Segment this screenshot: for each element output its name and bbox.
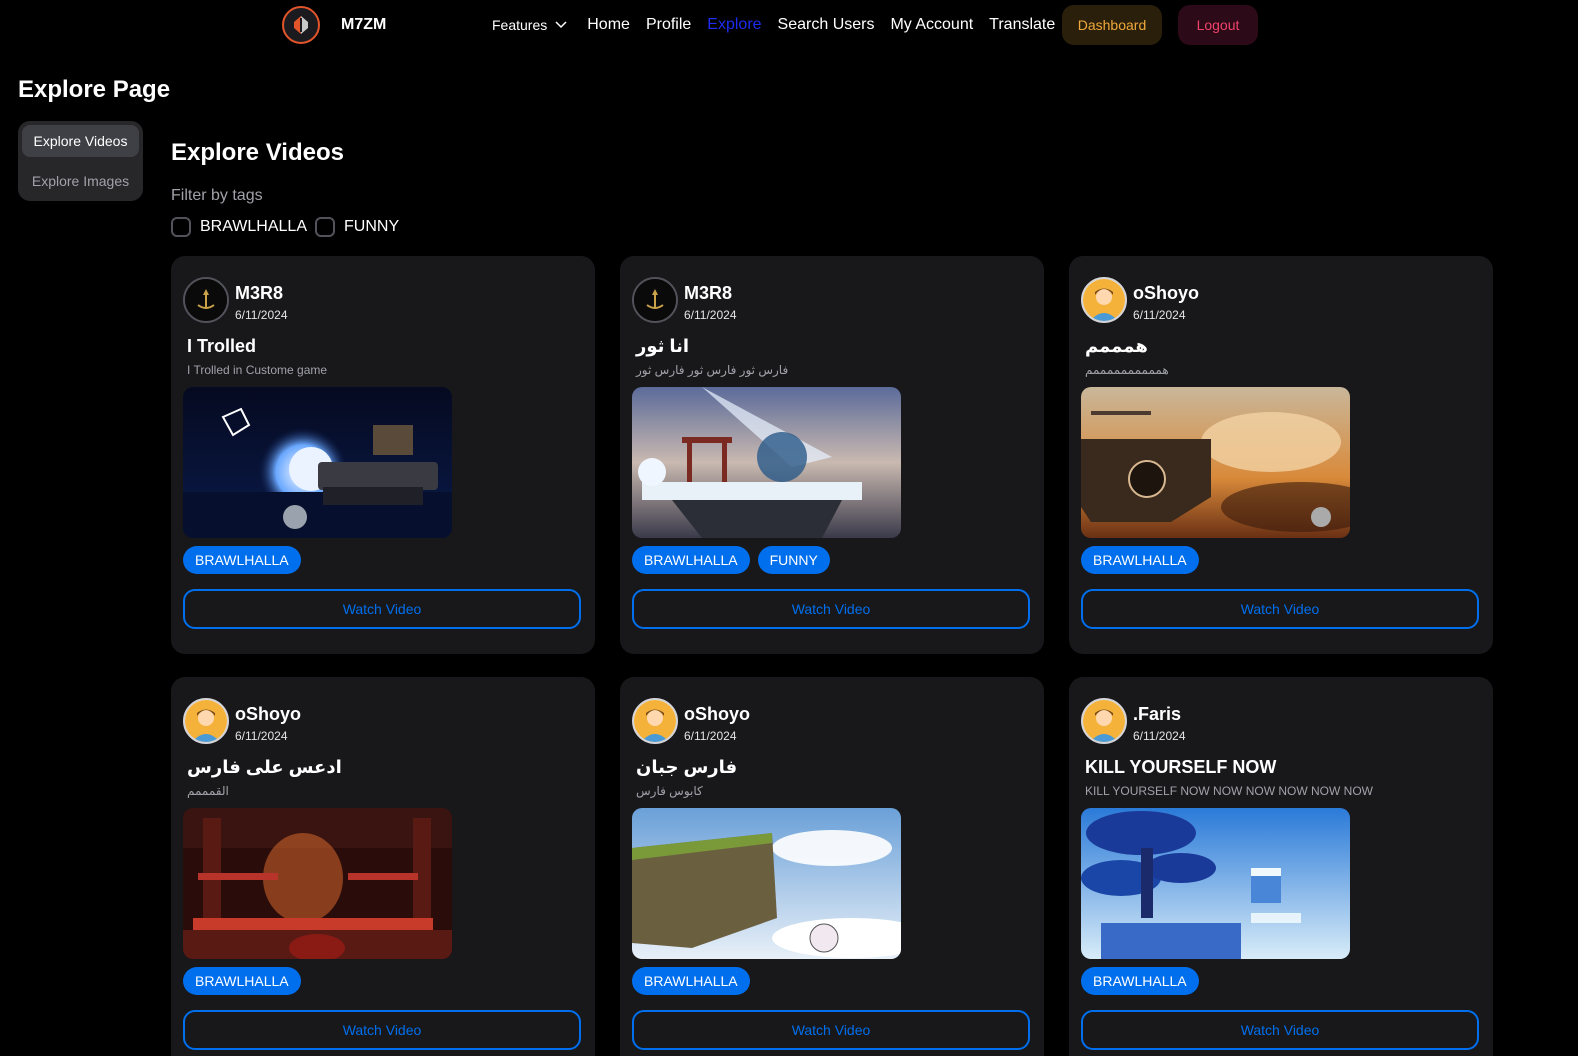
upload-date: 6/11/2024 xyxy=(235,729,288,743)
nav-my-account[interactable]: My Account xyxy=(890,16,973,34)
tag-list: BRAWLHALLA xyxy=(1081,546,1207,574)
video-title: فارس جبان xyxy=(636,757,738,777)
user-avatar-person-icon[interactable] xyxy=(1081,698,1127,744)
features-label: Features xyxy=(492,17,548,33)
nav-explore[interactable]: Explore xyxy=(707,16,761,34)
uploader-name[interactable]: oShoyo xyxy=(235,704,301,725)
tag-filter: BRAWLHALLA FUNNY xyxy=(171,217,407,237)
logout-button[interactable]: Logout xyxy=(1178,5,1258,45)
tag-chip: BRAWLHALLA xyxy=(632,967,750,995)
tag-chip: BRAWLHALLA xyxy=(183,967,301,995)
video-description: هممممممممممم xyxy=(1085,363,1169,377)
video-title: ادعس على فارس xyxy=(187,757,342,777)
video-thumbnail[interactable] xyxy=(1081,808,1350,959)
uploader-name[interactable]: M3R8 xyxy=(235,283,283,304)
tag-list: BRAWLHALLA xyxy=(1081,967,1207,995)
nav-search-users[interactable]: Search Users xyxy=(778,16,875,34)
section-title: Explore Videos xyxy=(171,139,344,166)
top-navbar: M7ZM Features Home Profile Explore Searc… xyxy=(0,0,1578,52)
watch-video-button[interactable]: Watch Video xyxy=(183,589,581,629)
tag-list: BRAWLHALLA xyxy=(632,967,758,995)
sidebar: Explore Videos Explore Images xyxy=(18,121,143,201)
uploader-name[interactable]: oShoyo xyxy=(684,704,750,725)
user-avatar-person-icon[interactable] xyxy=(183,698,229,744)
tag-list: BRAWLHALLA xyxy=(183,967,309,995)
video-card: oShoyo 6/11/2024 ادعس على فارس القمممم B… xyxy=(171,677,595,1056)
uploader-name[interactable]: oShoyo xyxy=(1133,283,1199,304)
user-avatar-person-icon[interactable] xyxy=(1081,277,1127,323)
upload-date: 6/11/2024 xyxy=(235,308,288,322)
video-description: كابوس فارس xyxy=(636,784,703,798)
uploader-name[interactable]: .Faris xyxy=(1133,704,1181,725)
tag-list: BRAWLHALLA xyxy=(183,546,309,574)
sidebar-item-explore-videos[interactable]: Explore Videos xyxy=(22,125,139,157)
uploader-name[interactable]: M3R8 xyxy=(684,283,732,304)
video-title: I Trolled xyxy=(187,336,257,356)
video-thumbnail[interactable] xyxy=(632,808,901,959)
nav-profile[interactable]: Profile xyxy=(646,16,691,34)
sidebar-item-explore-images[interactable]: Explore Images xyxy=(22,165,139,197)
tag-chip: BRAWLHALLA xyxy=(1081,546,1199,574)
nav-translate[interactable]: Translate xyxy=(989,16,1055,34)
tag-filter-funny[interactable]: FUNNY xyxy=(315,217,399,237)
tag-chip: FUNNY xyxy=(757,546,830,574)
user-avatar-emblem-icon[interactable] xyxy=(183,277,229,323)
checkbox[interactable] xyxy=(315,217,335,237)
video-thumbnail[interactable] xyxy=(1081,387,1350,538)
video-title: همممم xyxy=(1085,336,1148,356)
video-thumbnail[interactable] xyxy=(183,808,452,959)
video-description: القمممم xyxy=(187,784,229,798)
tag-filter-label: BRAWLHALLA xyxy=(200,218,307,235)
video-description: KILL YOURSELF NOW NOW NOW NOW NOW NOW xyxy=(1085,784,1373,798)
upload-date: 6/11/2024 xyxy=(684,308,737,322)
video-title: KILL YOURSELF NOW xyxy=(1085,757,1277,777)
video-thumbnail[interactable] xyxy=(183,387,452,538)
upload-date: 6/11/2024 xyxy=(1133,308,1186,322)
tag-chip: BRAWLHALLA xyxy=(632,546,750,574)
watch-video-button[interactable]: Watch Video xyxy=(1081,1010,1479,1050)
chevron-down-icon xyxy=(555,21,567,29)
video-grid: M3R8 6/11/2024 I Trolled I Trolled in Cu… xyxy=(171,256,1496,1056)
watch-video-button[interactable]: Watch Video xyxy=(1081,589,1479,629)
video-title: انا ثور xyxy=(636,336,690,356)
watch-video-button[interactable]: Watch Video xyxy=(632,589,1030,629)
nav-links: Features Home Profile Explore Search Use… xyxy=(492,0,1071,50)
checkbox[interactable] xyxy=(171,217,191,237)
tag-chip: BRAWLHALLA xyxy=(183,546,301,574)
tag-filter-brawlhalla[interactable]: BRAWLHALLA xyxy=(171,217,307,237)
upload-date: 6/11/2024 xyxy=(1133,729,1186,743)
video-description: فارس ثور فارس ثور فارس ثور xyxy=(636,363,789,377)
user-avatar-person-icon[interactable] xyxy=(632,698,678,744)
brand-name[interactable]: M7ZM xyxy=(341,16,386,34)
page-title: Explore Page xyxy=(18,76,171,103)
tag-list: BRAWLHALLA FUNNY xyxy=(632,546,838,574)
video-card: oShoyo 6/11/2024 فارس جبان كابوس فارس BR… xyxy=(620,677,1044,1056)
video-card: oShoyo 6/11/2024 همممم هممممممممممم BRAW… xyxy=(1069,256,1493,654)
tag-chip: BRAWLHALLA xyxy=(1081,967,1199,995)
brand-logo-icon[interactable] xyxy=(282,6,320,44)
dashboard-button[interactable]: Dashboard xyxy=(1062,5,1162,45)
video-card: .Faris 6/11/2024 KILL YOURSELF NOW KILL … xyxy=(1069,677,1493,1056)
watch-video-button[interactable]: Watch Video xyxy=(183,1010,581,1050)
watch-video-button[interactable]: Watch Video xyxy=(632,1010,1030,1050)
upload-date: 6/11/2024 xyxy=(684,729,737,743)
filter-label: Filter by tags xyxy=(171,187,263,204)
tag-filter-label: FUNNY xyxy=(344,218,400,235)
video-card: M3R8 6/11/2024 I Trolled I Trolled in Cu… xyxy=(171,256,595,654)
features-menu[interactable]: Features xyxy=(492,17,567,33)
video-thumbnail[interactable] xyxy=(632,387,901,538)
video-card: M3R8 6/11/2024 انا ثور فارس ثور فارس ثور… xyxy=(620,256,1044,654)
video-description: I Trolled in Custome game xyxy=(187,363,328,377)
nav-home[interactable]: Home xyxy=(587,16,630,34)
user-avatar-emblem-icon[interactable] xyxy=(632,277,678,323)
